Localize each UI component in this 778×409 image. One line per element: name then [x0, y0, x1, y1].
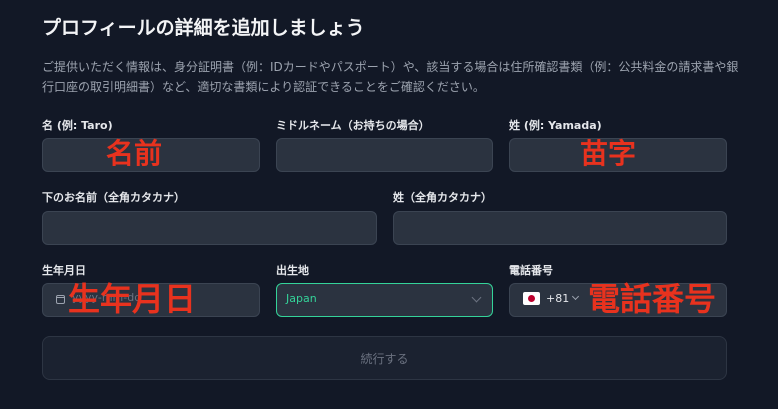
birthdate-label: 生年月日	[42, 264, 86, 277]
birthplace-label: 出生地	[276, 264, 309, 277]
birthdate-input[interactable]: yyyy-mm-dd	[42, 283, 260, 317]
phone-label: 電話番号	[509, 264, 553, 277]
last-name-label: 姓 (例: Yamada)	[509, 119, 602, 132]
japan-flag-icon[interactable]	[523, 292, 540, 305]
middle-name-label: ミドルネーム（お持ちの場合）	[276, 119, 430, 132]
dial-code[interactable]: +81	[546, 292, 569, 305]
page-description: ご提供いただく情報は、身分証明書（例：IDカードやパスポート）や、該当する場合は…	[42, 60, 739, 94]
middle-name-input[interactable]	[276, 138, 493, 172]
phone-input[interactable]: +81	[509, 283, 727, 317]
first-name-label: 名 (例: Taro)	[42, 119, 113, 132]
birthplace-select[interactable]: Japan	[276, 283, 493, 317]
first-name-kana-input[interactable]	[42, 211, 377, 245]
first-name-input[interactable]	[42, 138, 260, 172]
first-name-kana-label: 下のお名前（全角カタカナ）	[42, 191, 185, 204]
dial-code-chevron-icon[interactable]	[571, 292, 580, 301]
page-title: プロフィールの詳細を追加しましょう	[42, 17, 365, 39]
last-name-kana-label: 姓（全角カタカナ）	[393, 191, 492, 204]
continue-button[interactable]: 続行する	[42, 336, 727, 380]
last-name-input[interactable]	[509, 138, 727, 172]
birthplace-selected-value: Japan	[286, 292, 317, 305]
birthdate-placeholder: yyyy-mm-dd	[72, 291, 142, 304]
chevron-down-icon	[471, 292, 482, 303]
last-name-kana-input[interactable]	[393, 211, 727, 245]
calendar-icon	[56, 295, 65, 304]
